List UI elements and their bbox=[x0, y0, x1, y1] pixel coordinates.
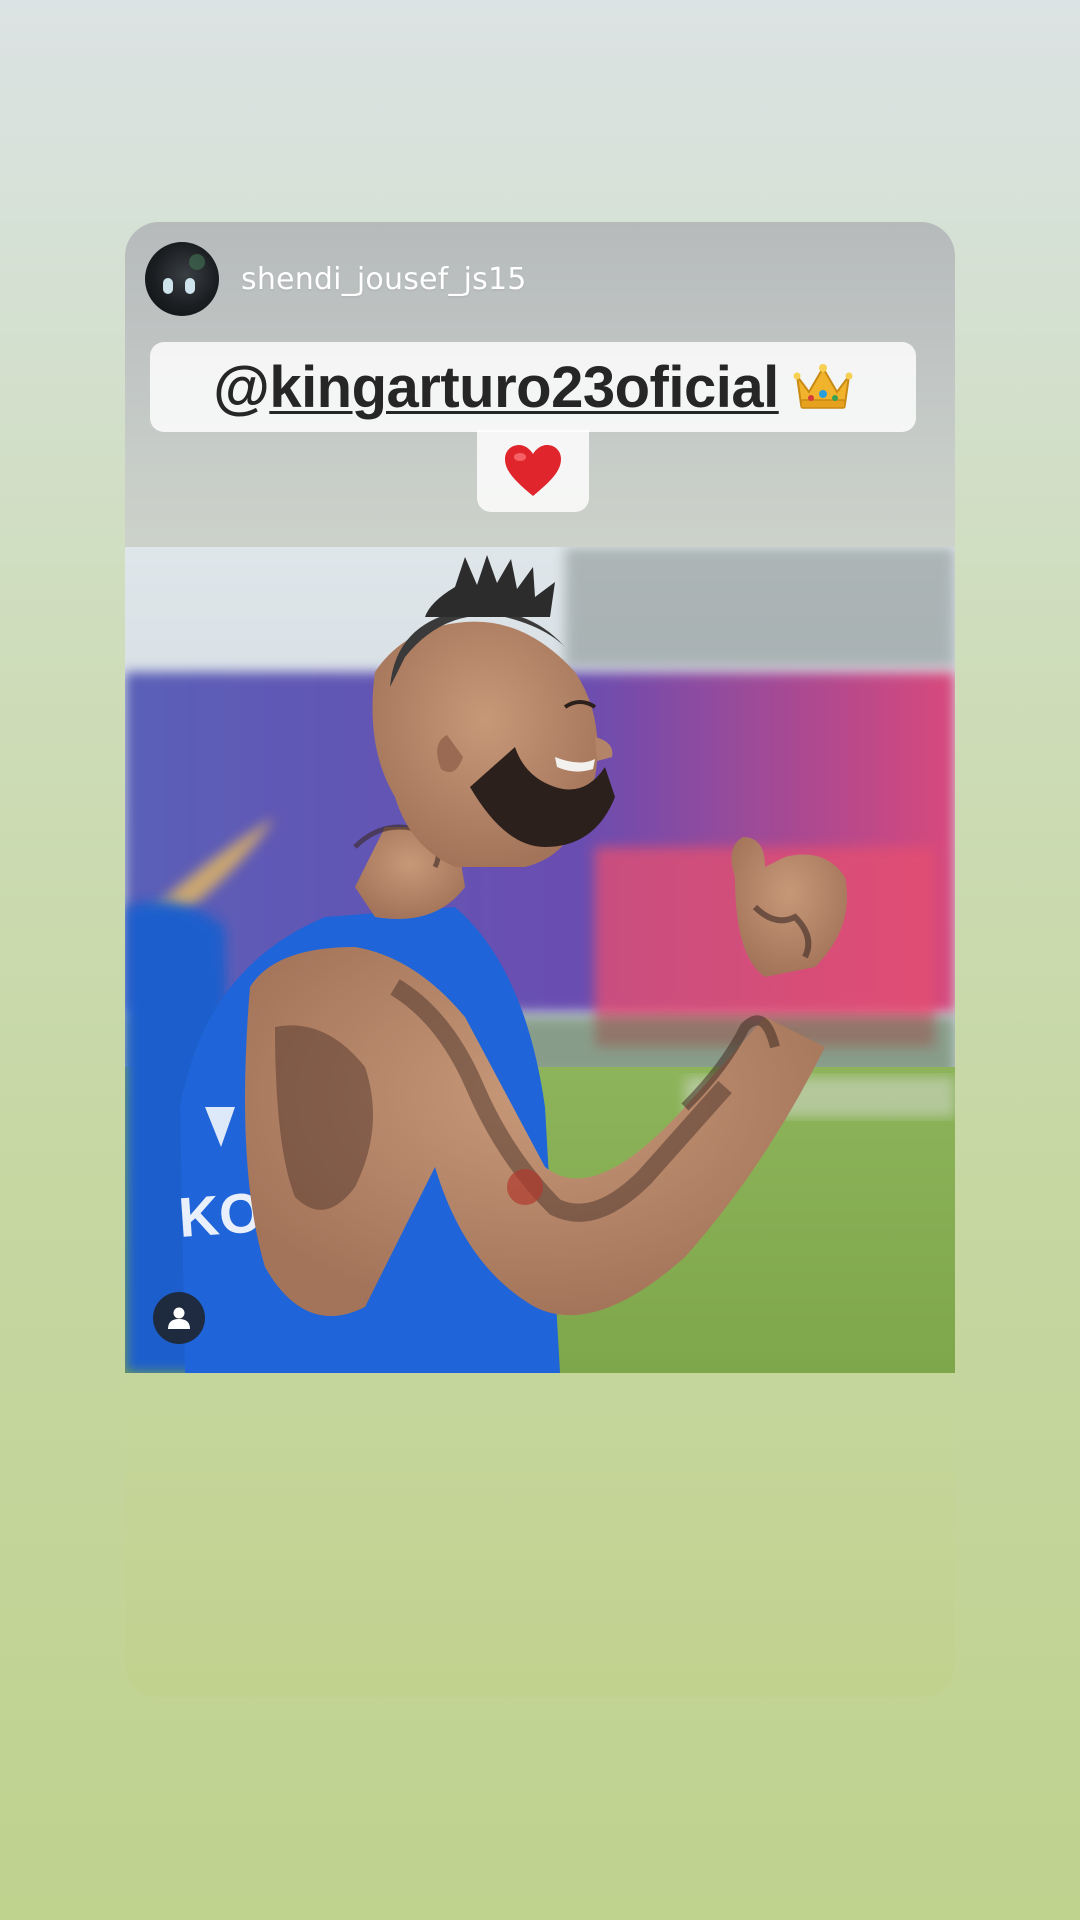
avatar[interactable] bbox=[145, 242, 219, 316]
caption-heart-line bbox=[477, 430, 589, 512]
mention-handle[interactable]: kingarturo23oficial bbox=[269, 355, 779, 420]
username[interactable]: shendi_jousef_js15 bbox=[241, 262, 527, 297]
mention[interactable]: @kingarturo23oficial bbox=[213, 354, 779, 421]
story-post-card[interactable]: shendi_jousef_js15 @kingarturo23oficial bbox=[125, 222, 955, 1697]
post-header[interactable]: shendi_jousef_js15 bbox=[145, 242, 527, 316]
crown-icon bbox=[793, 362, 853, 412]
post-photo[interactable]: KO bbox=[125, 547, 955, 1373]
mention-at: @ bbox=[213, 354, 270, 420]
user-tag-icon[interactable] bbox=[153, 1292, 205, 1344]
photo-illustration: KO bbox=[125, 547, 955, 1373]
caption-mention-line: @kingarturo23oficial bbox=[150, 342, 916, 432]
heart-icon bbox=[503, 443, 563, 499]
